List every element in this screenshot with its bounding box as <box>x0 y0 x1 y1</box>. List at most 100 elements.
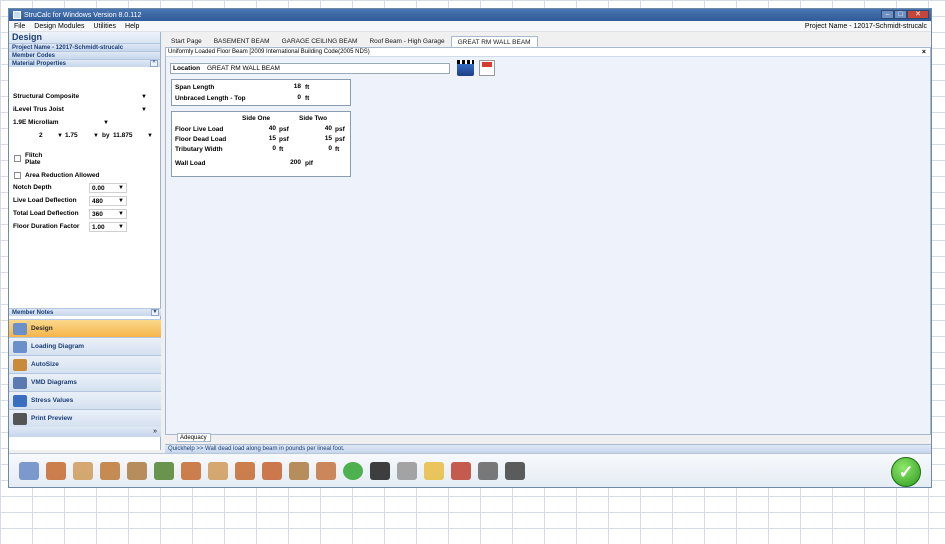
code-header-text: Uniformly Loaded Floor Beam [2009 Intern… <box>168 49 370 55</box>
notepad-icon[interactable] <box>479 60 495 76</box>
truss-icon[interactable] <box>100 462 120 480</box>
roof-icon[interactable] <box>316 462 336 480</box>
tab-garage-ceiling-beam[interactable]: GARAGE CEILING BEAM <box>276 36 364 47</box>
module-toolbar: ✓ <box>9 453 931 487</box>
joist-icon[interactable] <box>46 462 66 480</box>
floor-dead-load-side-one[interactable]: 15 <box>242 135 276 142</box>
total-load-deflection-select[interactable]: 360 ▼ <box>89 209 127 219</box>
depth-select[interactable]: 11.875 ▼ <box>113 131 153 140</box>
tributary-width-side-two[interactable]: 0 <box>300 145 332 152</box>
save-icon[interactable] <box>370 462 390 480</box>
window-title: StruCalc for Windows Version 8.0.112 <box>24 11 142 19</box>
tab-adequacy[interactable]: Adequacy <box>177 433 211 442</box>
location-field[interactable]: GREAT RM WALL BEAM <box>170 63 450 74</box>
clapperboard-icon[interactable] <box>457 60 474 76</box>
product-select[interactable]: iLevel Trus Joist ▼ <box>13 105 147 114</box>
unbraced-length-label: Unbraced Length - Top <box>175 95 246 102</box>
nav-loading-diagram[interactable]: Loading Diagram <box>9 337 161 355</box>
settings-icon[interactable] <box>397 462 417 480</box>
nav-vmd-diagrams[interactable]: VMD Diagrams <box>9 373 161 391</box>
floor-live-load-side-two[interactable]: 40 <box>300 125 332 132</box>
menu-design-modules[interactable]: Design Modules <box>34 23 84 30</box>
nav-loading-diagram-label: Loading Diagram <box>31 343 85 350</box>
width-select[interactable]: 1.75 ▼ <box>65 131 99 140</box>
ok-check-button[interactable]: ✓ <box>891 457 921 487</box>
floor-live-load-label: Floor Live Load <box>175 126 224 133</box>
by-label: by <box>102 132 110 139</box>
house-frame-icon[interactable] <box>289 462 309 480</box>
tributary-width-unit-two: ft <box>335 146 340 153</box>
rafter-icon[interactable] <box>73 462 93 480</box>
span-box: Span Length 18 ft Unbraced Length - Top … <box>171 79 351 106</box>
depth-value: 11.875 <box>113 132 133 139</box>
print-icon[interactable] <box>505 462 525 480</box>
stress-icon <box>13 394 27 407</box>
member-codes-strip[interactable]: Member Codes <box>9 51 160 59</box>
material-properties-strip[interactable]: Material Properties ^ <box>9 59 160 67</box>
tab-roof-beam-high-garage[interactable]: Roof Beam - High Garage <box>363 36 450 47</box>
total-load-deflection-value: 360 <box>92 210 103 218</box>
nav-print-preview[interactable]: Print Preview <box>9 409 161 427</box>
nav-pane: Design Loading Diagram AutoSize VMD Diag… <box>9 319 161 437</box>
header-icon[interactable] <box>181 462 201 480</box>
span-length-field[interactable]: 18 <box>267 83 301 90</box>
close-tab-icon[interactable]: × <box>922 48 926 57</box>
floor-beam-icon[interactable] <box>235 462 255 480</box>
location-label: Location <box>173 65 201 72</box>
menu-bar: File Design Modules Utilities Help Proje… <box>9 21 931 32</box>
nav-stress-values[interactable]: Stress Values <box>9 391 161 409</box>
chevron-down-icon: ▼ <box>147 132 153 139</box>
tributary-width-side-one[interactable]: 0 <box>242 145 276 152</box>
chevron-down-icon[interactable]: ▼ <box>151 309 159 316</box>
ridge-icon[interactable] <box>208 462 228 480</box>
sidebar-title: Design <box>9 32 160 43</box>
minimize-button[interactable]: – <box>881 10 894 19</box>
wall-load-label: Wall Load <box>175 160 206 167</box>
tab-great-rm-wall-beam[interactable]: GREAT RM WALL BEAM <box>450 36 538 47</box>
flitch-plate-checkbox[interactable] <box>14 155 21 162</box>
calculator-icon[interactable] <box>478 462 498 480</box>
live-load-deflection-select[interactable]: 480 ▼ <box>89 196 127 206</box>
grade-select[interactable]: 1.9E Microllam ▼ <box>13 118 109 127</box>
floor-dead-load-side-two[interactable]: 15 <box>300 135 332 142</box>
stop-icon[interactable] <box>343 462 363 480</box>
chevron-down-icon: ▼ <box>118 224 124 230</box>
column-icon[interactable] <box>154 462 174 480</box>
floor-live-load-side-one[interactable]: 40 <box>242 125 276 132</box>
tab-start-page[interactable]: Start Page <box>165 36 208 47</box>
material-select[interactable]: Structural Composite ▼ <box>13 92 147 101</box>
tools-icon[interactable] <box>451 462 471 480</box>
nav-design[interactable]: Design <box>9 319 161 337</box>
collapse-icon[interactable]: ^ <box>150 60 158 67</box>
framing-icon[interactable] <box>127 462 147 480</box>
plies-select[interactable]: 2 ▼ <box>39 131 63 140</box>
floor-duration-factor-select[interactable]: 1.00 ▼ <box>89 222 127 232</box>
tab-basement-beam[interactable]: BASEMENT BEAM <box>208 36 276 47</box>
hip-icon[interactable] <box>262 462 282 480</box>
nav-vmd-diagrams-label: VMD Diagrams <box>31 379 77 386</box>
menu-utilities[interactable]: Utilities <box>93 23 116 30</box>
project-strip: Project Name - 12017-Schmidt-strucalc <box>9 43 160 51</box>
nav-autosize[interactable]: AutoSize <box>9 355 161 373</box>
flitch-plate-label: Flitch Plate <box>25 152 43 166</box>
floor-duration-factor-value: 1.00 <box>92 223 105 231</box>
chevron-down-icon: ▼ <box>103 119 109 126</box>
design-content: Uniformly Loaded Floor Beam [2009 Intern… <box>165 47 931 435</box>
material-properties-label: Material Properties <box>12 61 67 67</box>
nav-print-preview-label: Print Preview <box>31 415 73 422</box>
floor-live-load-unit-one: psf <box>279 126 289 133</box>
maximize-button[interactable]: □ <box>894 10 907 19</box>
unbraced-length-field[interactable]: 0 <box>267 94 301 101</box>
wall-load-field[interactable]: 200 <box>267 159 301 166</box>
live-load-deflection-value: 480 <box>92 197 103 205</box>
nav-expand[interactable]: » <box>9 427 161 437</box>
notch-depth-select[interactable]: 0.00 ▼ <box>89 183 127 193</box>
document-tabs: Start Page BASEMENT BEAM GARAGE CEILING … <box>165 36 538 47</box>
close-button[interactable]: ✕ <box>907 10 929 19</box>
menu-file[interactable]: File <box>14 23 25 30</box>
beam-icon[interactable] <box>19 462 39 480</box>
member-notes-strip[interactable]: Member Notes ▼ <box>9 308 161 316</box>
area-reduction-checkbox[interactable] <box>14 172 21 179</box>
folder-icon[interactable] <box>424 462 444 480</box>
menu-help[interactable]: Help <box>125 23 139 30</box>
